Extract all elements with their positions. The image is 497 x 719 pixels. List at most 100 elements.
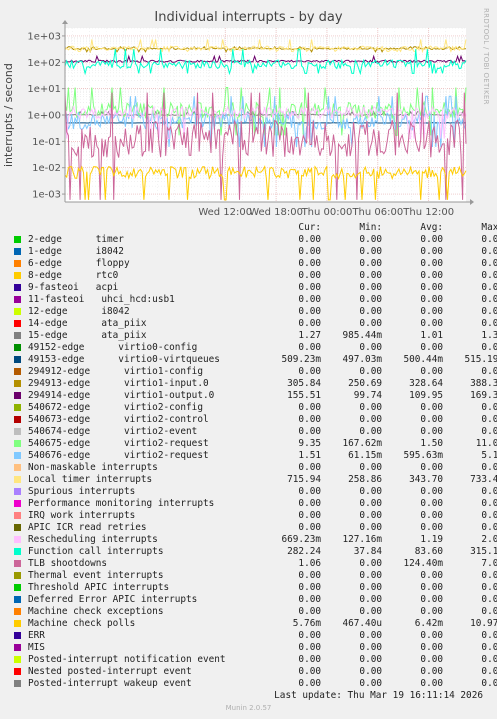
legend-min-value: 250.69 bbox=[348, 378, 382, 389]
legend-cur-value: 0.00 bbox=[298, 462, 321, 473]
legend-avg-value: 0.00 bbox=[420, 522, 443, 533]
legend-cur-value: 0.00 bbox=[298, 258, 321, 269]
legend-cur-value: 0.00 bbox=[298, 234, 321, 245]
legend-row: Machine check polls 5.76m 467.40u 6.42m 10.9… bbox=[12, 618, 497, 630]
legend-avg-value: 0.00 bbox=[420, 654, 443, 665]
legend-min-value: 0.00 bbox=[359, 342, 382, 353]
legend-swatch bbox=[14, 608, 21, 615]
legend-max-value: 0.00 bbox=[481, 594, 497, 605]
y-tick-label: 1e+02 bbox=[27, 58, 61, 69]
legend-swatch bbox=[14, 668, 21, 675]
legend-avg-value: 0.00 bbox=[420, 342, 443, 353]
legend-row: MIS 0.00 0.00 0.00 0.00 bbox=[12, 642, 497, 654]
legend-max-value: 10.97m bbox=[470, 618, 497, 629]
legend-swatch bbox=[14, 560, 21, 567]
legend-swatch bbox=[14, 680, 21, 687]
legend-row: 6-edge floppy 0.00 0.00 0.00 0.00 bbox=[12, 258, 497, 270]
legend-label: 8-edge rtc0 bbox=[28, 270, 119, 281]
legend-label: Posted-interrupt notification event bbox=[28, 654, 226, 665]
legend-label: Performance monitoring interrupts bbox=[28, 498, 215, 509]
legend-avg-value: 0.00 bbox=[420, 366, 443, 377]
legend-max-value: 0.00 bbox=[481, 642, 497, 653]
legend-label: Posted-interrupt wakeup event bbox=[28, 678, 192, 689]
legend-min-value: 0.00 bbox=[359, 294, 382, 305]
legend-row: Non-maskable interrupts 0.00 0.00 0.00 0.00 bbox=[12, 462, 497, 474]
legend-swatch bbox=[14, 656, 21, 663]
legend-max-value: 0.00 bbox=[481, 366, 497, 377]
legend-swatch bbox=[14, 356, 21, 363]
legend-label: Threshold APIC interrupts bbox=[28, 582, 170, 593]
legend-max-value: 0.00 bbox=[481, 246, 497, 257]
legend-min-value: 0.00 bbox=[359, 234, 382, 245]
y-tick-label: 1e-01 bbox=[32, 137, 61, 148]
legend-max-value: 315.11 bbox=[470, 546, 497, 557]
legend-row: Posted-interrupt wakeup event 0.00 0.00 0.0… bbox=[12, 678, 497, 690]
header-min: Min: bbox=[359, 222, 382, 233]
legend-cur-value: 9.35 bbox=[298, 438, 321, 449]
legend-avg-value: 6.42m bbox=[414, 618, 443, 629]
legend-row: Spurious interrupts 0.00 0.00 0.00 0.00 bbox=[12, 486, 497, 498]
legend-swatch bbox=[14, 392, 21, 399]
legend-max-value: 169.30 bbox=[470, 390, 497, 401]
legend-cur-value: 0.00 bbox=[298, 246, 321, 257]
legend-label: APIC ICR read retries bbox=[28, 522, 147, 533]
legend-row: Function call interrupts 282.24 37.84 83.60… bbox=[12, 546, 497, 558]
legend-min-value: 0.00 bbox=[359, 522, 382, 533]
legend-label: MIS bbox=[28, 642, 45, 653]
legend-label: Non-maskable interrupts bbox=[28, 462, 158, 473]
legend-min-value: 0.00 bbox=[359, 462, 382, 473]
legend-avg-value: 0.00 bbox=[420, 270, 443, 281]
legend-cur-value: 0.00 bbox=[298, 642, 321, 653]
legend-label: 294914-edge virtio1-output.0 bbox=[28, 390, 215, 401]
legend-cur-value: 0.00 bbox=[298, 666, 321, 677]
legend-row: TLB shootdowns 1.06 0.00 124.40m 7.08 bbox=[12, 558, 497, 570]
legend-avg-value: 0.00 bbox=[420, 498, 443, 509]
legend-max-value: 0.00 bbox=[481, 294, 497, 305]
legend-header: Cur: Min: Avg: Max: bbox=[12, 222, 497, 234]
legend-avg-value: 0.00 bbox=[420, 402, 443, 413]
legend-max-value: 2.01 bbox=[481, 534, 497, 545]
legend-cur-value: 0.00 bbox=[298, 282, 321, 293]
legend-swatch bbox=[14, 536, 21, 543]
legend-min-value: 985.44m bbox=[342, 330, 382, 341]
legend-swatch bbox=[14, 260, 21, 267]
legend-label: 15-edge ata_piix bbox=[28, 330, 147, 341]
legend-cur-value: 0.00 bbox=[298, 342, 321, 353]
legend-max-value: 0.00 bbox=[481, 570, 497, 581]
legend-avg-value: 0.00 bbox=[420, 306, 443, 317]
legend-row: 540676-edge virtio2-request 1.51 61.15m 595… bbox=[12, 450, 497, 462]
legend-swatch bbox=[14, 368, 21, 375]
legend-row: Local timer interrupts 715.94 258.86 343.70… bbox=[12, 474, 497, 486]
legend-row: ERR 0.00 0.00 0.00 0.00 bbox=[12, 630, 497, 642]
legend-swatch bbox=[14, 500, 21, 507]
legend-cur-value: 0.00 bbox=[298, 510, 321, 521]
legend-max-value: 0.00 bbox=[481, 678, 497, 689]
y-tick-label: 1e+00 bbox=[27, 111, 61, 122]
legend-avg-value: 0.00 bbox=[420, 594, 443, 605]
legend-row: Nested posted-interrupt event 0.00 0.00 0.0… bbox=[12, 666, 497, 678]
legend-avg-value: 500.44m bbox=[403, 354, 443, 365]
legend-max-value: 0.00 bbox=[481, 306, 497, 317]
legend-label: 9-fasteoi acpi bbox=[28, 282, 119, 293]
legend-row: APIC ICR read retries 0.00 0.00 0.00 0.00 bbox=[12, 522, 497, 534]
legend-min-value: 0.00 bbox=[359, 498, 382, 509]
legend-max-value: 0.00 bbox=[481, 654, 497, 665]
legend-row: Posted-interrupt notification event 0.00 0… bbox=[12, 654, 497, 666]
legend-row: 1-edge i8042 0.00 0.00 0.00 0.00 bbox=[12, 246, 497, 258]
legend-label: 294912-edge virtio1-config bbox=[28, 366, 203, 377]
legend-swatch bbox=[14, 236, 21, 243]
legend-swatch bbox=[14, 512, 21, 519]
legend-label: IRQ work interrupts bbox=[28, 510, 136, 521]
legend-label: 12-edge i8042 bbox=[28, 306, 130, 317]
legend-max-value: 0.00 bbox=[481, 342, 497, 353]
legend-label: ERR bbox=[28, 630, 45, 641]
legend-min-value: 0.00 bbox=[359, 654, 382, 665]
legend-label: 11-fasteoi uhci_hcd:usb1 bbox=[28, 294, 175, 305]
legend-max-value: 5.17 bbox=[481, 450, 497, 461]
legend-max-value: 0.00 bbox=[481, 270, 497, 281]
legend-max-value: 0.00 bbox=[481, 498, 497, 509]
legend-avg-value: 0.00 bbox=[420, 630, 443, 641]
legend-label: 49152-edge virtio0-config bbox=[28, 342, 198, 353]
legend-cur-value: 509.23m bbox=[281, 354, 321, 365]
legend-min-value: 0.00 bbox=[359, 306, 382, 317]
